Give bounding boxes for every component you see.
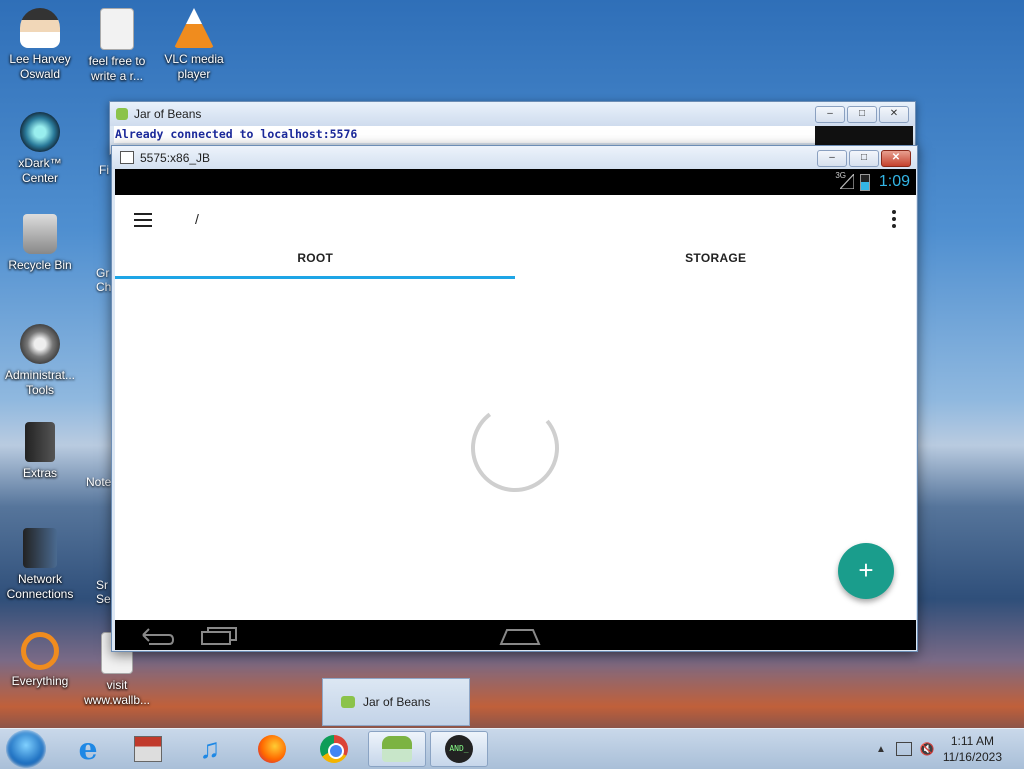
home-icon[interactable] [499,624,541,646]
desktop-icon-everything[interactable]: Everything [0,632,80,689]
hidden-icon-label: Sr Se [96,578,111,606]
desktop-icon-label: Lee Harvey Oswald [9,52,71,81]
folder-icon [25,422,55,462]
tab-storage[interactable]: STORAGE [516,243,917,281]
music-icon: ♫ [199,733,221,764]
desktop-icon-text-file[interactable]: feel free to write a r... [77,8,157,84]
emulator-window[interactable]: 5575:x86_JB – □ ✕ 3G 1:09 / ROOT STORAGE… [111,145,918,652]
internet-explorer-icon: e [78,731,98,767]
search-icon [21,632,59,670]
window-titlebar[interactable]: Jar of Beans [110,102,915,126]
recent-apps-icon[interactable] [200,624,240,646]
back-icon[interactable] [137,624,177,646]
volume-muted-icon[interactable]: 🔇 [920,742,935,756]
desktop-icon-label: Administrat... Tools [4,368,76,397]
desktop-icon-label: visit www.wallb... [83,678,151,707]
clock-date: 11/16/2023 [942,750,1002,764]
tab-bar: ROOT STORAGE [115,243,916,281]
desktop-icon-label: Extras [22,466,57,480]
store-icon [134,736,162,762]
android-terminal-icon: AND_ [445,735,473,763]
chrome-icon [320,735,348,763]
desktop-icon-lee-harvey-oswald[interactable]: Lee Harvey Oswald [0,8,80,82]
taskbar-terminal[interactable]: AND_ [430,731,488,767]
menu-icon[interactable] [134,213,152,227]
taskbar: e ♫ AND_ ▲ 🔇 1:11 AM 11/16/2023 [0,728,1024,769]
window-title: 5575:x86_JB [140,150,211,165]
person-icon [20,8,60,48]
android-screen[interactable]: 3G 1:09 / ROOT STORAGE + [115,169,916,650]
hidden-icon-label: Fi [99,163,109,177]
app-toolbar: / [115,195,916,243]
jar-app-icon [116,108,128,120]
taskbar-thumbnail-jar-of-beans[interactable]: Jar of Beans [322,678,470,726]
jar-app-icon [341,696,355,708]
taskbar-clock[interactable]: 1:11 AM 11/16/2023 [943,733,1002,765]
minimize-button[interactable]: – [815,106,845,123]
taskbar-itunes[interactable]: ♫ [182,731,238,767]
desktop-icon-label: feel free to write a r... [88,54,146,83]
window-titlebar[interactable]: 5575:x86_JB [112,146,917,169]
file-list-area[interactable]: + [115,281,916,620]
desktop-icon-label: VLC media player [164,52,224,81]
gear-icon [20,324,60,364]
close-button[interactable]: ✕ [879,106,909,123]
desktop-icon-administrative-tools[interactable]: Administrat... Tools [0,324,80,398]
emulator-app-icon [120,151,134,164]
network-icon[interactable] [895,742,912,756]
thumbnail-label: Jar of Beans [363,695,431,709]
close-button[interactable]: ✕ [881,150,911,167]
current-path: / [195,211,199,227]
hidden-icon-label: Note [86,475,112,489]
desktop-icon-recycle-bin[interactable]: Recycle Bin [0,214,80,273]
jar-of-beans-icon [382,736,412,762]
desktop-icon-network-connections[interactable]: Network Connections [0,528,80,602]
status-time: 1:09 [878,173,910,190]
desktop-icon-label: Recycle Bin [8,258,72,272]
maximize-button[interactable]: □ [847,106,877,123]
document-icon [100,8,134,50]
clock-time: 1:11 AM [950,734,994,748]
taskbar-jar-of-beans[interactable] [368,731,426,767]
taskbar-firefox[interactable] [244,731,300,767]
network-folder-icon [23,528,57,568]
desktop-icon-label: xDark™ Center [18,156,62,185]
taskbar-store[interactable] [120,731,176,767]
vlc-icon [174,8,214,48]
overflow-menu-icon[interactable] [892,210,896,231]
taskbar-internet-explorer[interactable]: e [60,731,116,767]
hidden-icon-label: Gr Ch [96,266,112,294]
system-tray: ▲ 🔇 1:11 AM 11/16/2023 [876,729,1024,769]
add-button[interactable]: + [838,543,894,599]
xdark-icon [20,112,60,152]
window-title: Jar of Beans [134,107,202,121]
maximize-button[interactable]: □ [849,150,879,167]
signal-icon [840,174,854,189]
loading-spinner-icon [471,404,559,492]
firefox-icon [258,735,286,763]
android-status-bar: 3G 1:09 [115,169,916,195]
minimize-button[interactable]: – [817,150,847,167]
desktop-icon-xdark-center[interactable]: xDark™ Center [0,112,80,186]
start-button[interactable] [6,730,46,768]
show-hidden-icons-icon[interactable]: ▲ [876,744,886,755]
tab-indicator [115,276,515,279]
console-output: Already connected to localhost:5576 [114,126,815,143]
desktop-icon-label: Everything [11,674,69,688]
android-nav-bar [115,620,916,650]
recycle-bin-icon [23,214,57,254]
desktop-icon-label: Network Connections [6,572,74,601]
desktop-icon-vlc[interactable]: VLC media player [154,8,234,82]
taskbar-chrome[interactable] [306,731,362,767]
desktop-icon-extras[interactable]: Extras [0,422,80,481]
battery-icon [860,174,870,191]
